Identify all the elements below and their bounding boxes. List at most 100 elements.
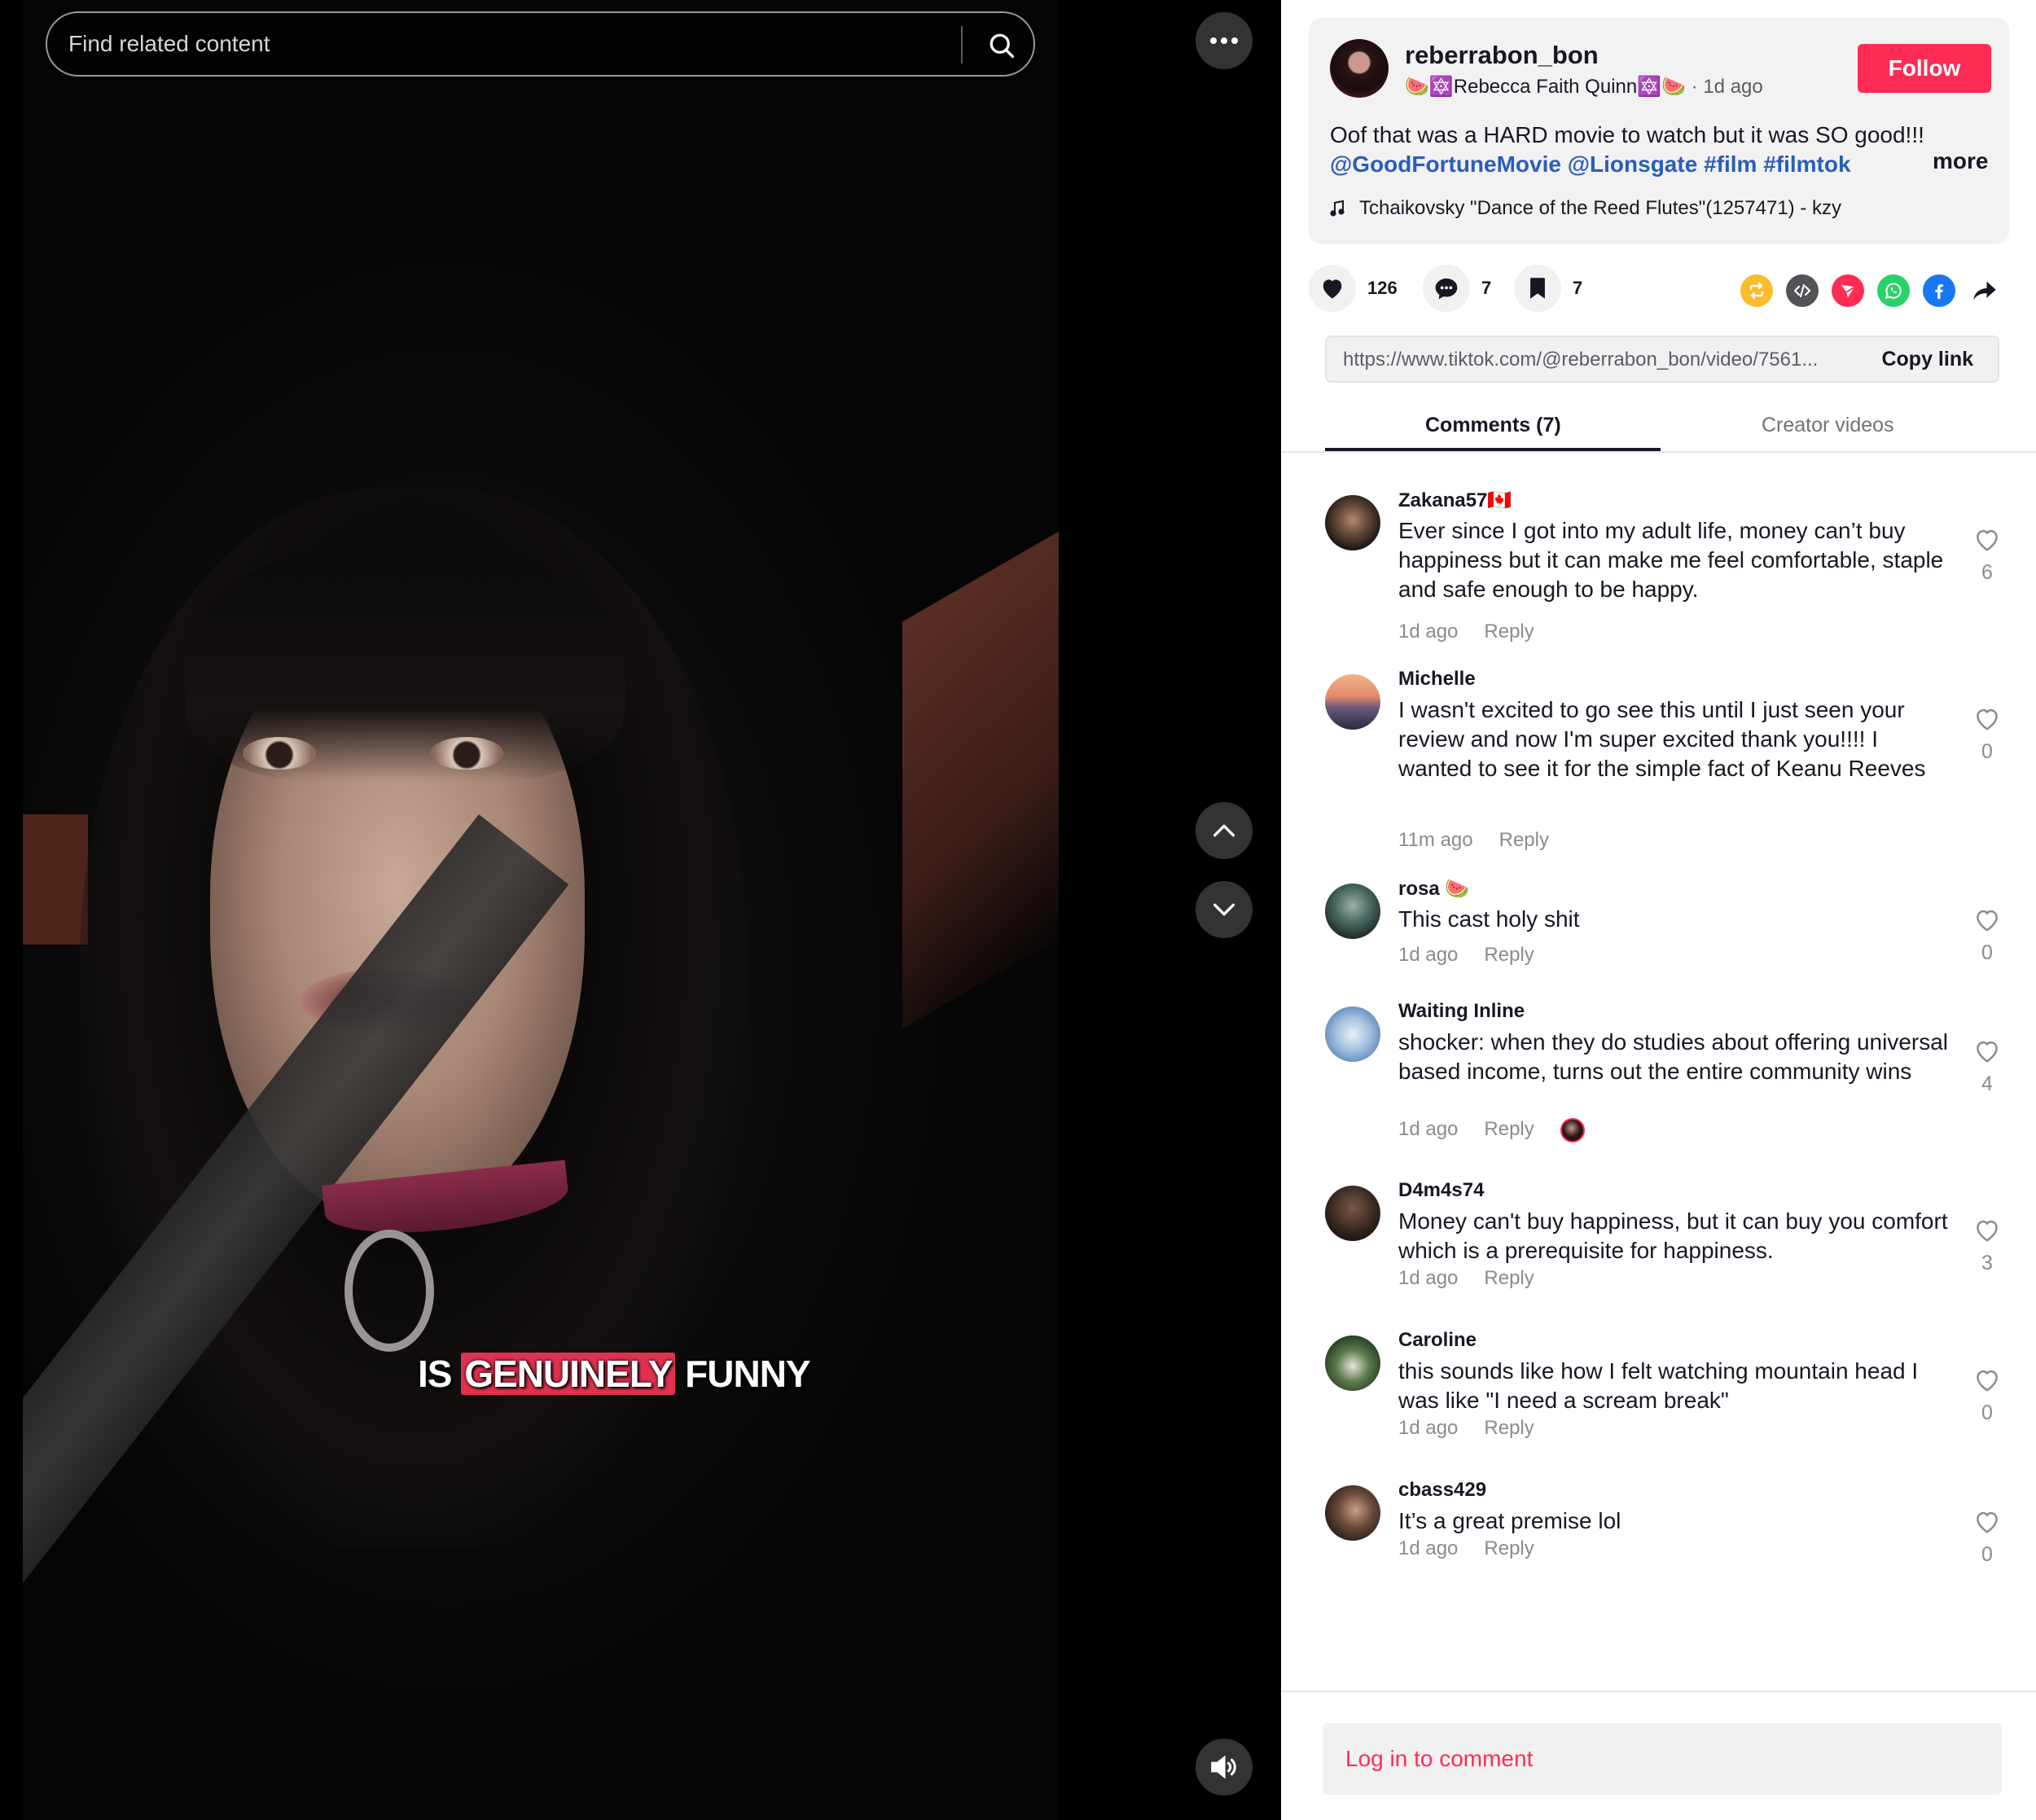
author-display-line: 🍉🔯Rebecca Faith Quinn🔯🍉 · 1d ago [1405, 75, 1763, 99]
commenter-username[interactable]: Michelle [1398, 668, 1476, 691]
commenter-username[interactable]: Caroline [1398, 1329, 1477, 1352]
comment-text: I wasn't excited to go see this until I … [1398, 697, 1926, 781]
post-info-card: reberrabon_bon 🍉🔯Rebecca Faith Quinn🔯🍉 ·… [1309, 18, 2009, 244]
video-player[interactable]: IS GENUINELY FUNNY Find related content [0, 0, 1281, 1820]
volume-button[interactable] [1196, 1739, 1253, 1796]
more-share-button[interactable] [1968, 274, 2001, 307]
reply-button[interactable]: Reply [1484, 944, 1534, 966]
more-options-button[interactable] [1196, 12, 1253, 69]
commenter-avatar[interactable] [1325, 674, 1380, 730]
commenter-username[interactable]: Zakana57🇨🇦 [1398, 489, 1512, 512]
search-button[interactable] [976, 20, 1028, 72]
comment-like[interactable]: 0 [1967, 908, 2007, 965]
reply-button[interactable]: Reply [1484, 1267, 1534, 1289]
comment-button[interactable] [1423, 265, 1470, 312]
chevron-down-icon [1213, 903, 1235, 916]
comment-like[interactable]: 6 [1967, 528, 2007, 585]
author-avatar[interactable] [1330, 39, 1389, 98]
action-bar: 126 7 7 [1309, 265, 2009, 314]
comment-time: 1d ago [1398, 944, 1459, 966]
music-info[interactable]: Tchaikovsky "Dance of the Reed Flutes"(1… [1330, 197, 1841, 220]
commenter-username[interactable]: cbass429 [1398, 1479, 1486, 1502]
comment-meta: 11m ago Reply [1398, 829, 1575, 852]
whatsapp-share-button[interactable] [1877, 274, 1910, 307]
video-url[interactable]: https://www.tiktok.com/@reberrabon_bon/v… [1343, 349, 1856, 371]
save-action[interactable]: 7 [1514, 265, 1582, 312]
comment-like[interactable]: 0 [1967, 1510, 2007, 1567]
hashtag-link[interactable]: #film [1704, 151, 1757, 177]
comment-action[interactable]: 7 [1423, 265, 1491, 312]
copy-link-button[interactable]: Copy link [1881, 348, 1973, 371]
like-action[interactable]: 126 [1309, 265, 1398, 312]
comment-text: Money can't buy happiness, but it can bu… [1398, 1208, 1948, 1263]
video-frame[interactable]: IS GENUINELY FUNNY [23, 0, 1059, 1820]
reply-button[interactable]: Reply [1484, 1417, 1534, 1439]
author-username[interactable]: reberrabon_bon [1405, 41, 1599, 70]
search-icon [989, 33, 1015, 59]
comment-like-count: 0 [1981, 740, 1993, 763]
repost-button[interactable] [1740, 274, 1773, 307]
heart-outline-icon [1977, 1511, 1998, 1533]
like-button[interactable] [1309, 265, 1356, 312]
comment-like[interactable]: 4 [1967, 1039, 2007, 1096]
comment-like-count: 6 [1981, 561, 1993, 584]
embed-button[interactable] [1786, 274, 1819, 307]
comment-like-count: 0 [1981, 941, 1993, 964]
commenter-avatar[interactable] [1325, 1335, 1380, 1391]
display-name-emoji: 🍉🔯 [1405, 76, 1454, 98]
save-button[interactable] [1514, 265, 1561, 312]
search-divider [961, 26, 963, 64]
mention-link[interactable]: @GoodFortuneMovie [1330, 151, 1561, 177]
reply-button[interactable]: Reply [1484, 1118, 1534, 1140]
music-title[interactable]: Tchaikovsky "Dance of the Reed Flutes"(1… [1359, 197, 1841, 220]
reply-button[interactable]: Reply [1484, 621, 1534, 642]
mention-link[interactable]: @Lionsgate [1568, 151, 1698, 177]
comment-like-count: 0 [1981, 1543, 1993, 1566]
login-to-comment-label[interactable]: Log in to comment [1345, 1746, 1533, 1772]
comment-like[interactable]: 3 [1967, 1218, 2007, 1275]
comment-like-count: 3 [1981, 1252, 1993, 1274]
comment-time: 1d ago [1398, 1118, 1459, 1141]
follow-button[interactable]: Follow [1858, 44, 1991, 93]
login-to-comment-button[interactable]: Log in to comment [1323, 1723, 2002, 1795]
post-description: Oof that was a HARD movie to watch but i… [1330, 121, 1933, 179]
hashtag-link[interactable]: #filmtok [1763, 151, 1850, 177]
commenter-username[interactable]: rosa 🍉 [1398, 877, 1469, 901]
left-eye [243, 737, 316, 770]
chevron-up-icon [1213, 824, 1235, 837]
comment-text: shocker: when they do studies about offe… [1398, 1029, 1949, 1084]
send-to-friends-button[interactable] [1832, 274, 1864, 307]
comment-text: Ever since I got into my adult life, mon… [1398, 518, 1944, 602]
commenter-avatar[interactable] [1325, 1006, 1380, 1062]
commenter-username[interactable]: D4m4s74 [1398, 1179, 1484, 1202]
commenter-avatar[interactable] [1325, 495, 1380, 550]
search-bar[interactable]: Find related content [46, 11, 1035, 77]
search-input[interactable]: Find related content [68, 31, 270, 57]
commenter-username[interactable]: Waiting Inline [1398, 1000, 1525, 1023]
tab-creator-videos[interactable]: Creator videos [1762, 414, 1894, 437]
description-text: Oof that was a HARD movie to watch but i… [1330, 122, 1924, 147]
hashtag-line: @GoodFortuneMovie @Lionsgate #film #film… [1330, 150, 1933, 179]
reply-button[interactable]: Reply [1484, 1537, 1534, 1559]
display-name-emoji: 🔯🍉 [1637, 76, 1686, 98]
commenter-avatar[interactable] [1325, 1186, 1380, 1241]
heart-outline-icon [1977, 1370, 1998, 1392]
comment-meta: 1d ago Reply [1398, 1267, 1560, 1290]
music-note-icon [1330, 200, 1345, 217]
comment-like[interactable]: 0 [1967, 1368, 2007, 1425]
choker-ring [344, 1230, 434, 1352]
bookmark-icon [1530, 278, 1545, 299]
send-icon [1841, 284, 1855, 298]
facebook-share-button[interactable] [1923, 274, 1955, 307]
commenter-avatar[interactable] [1325, 1485, 1380, 1541]
right-eye [430, 737, 503, 770]
commenter-avatar[interactable] [1325, 884, 1380, 939]
next-video-button[interactable] [1196, 881, 1253, 938]
reply-button[interactable]: Reply [1499, 829, 1549, 851]
details-panel: reberrabon_bon 🍉🔯Rebecca Faith Quinn🔯🍉 ·… [1281, 0, 2036, 1820]
comment-meta: 1d ago Reply [1398, 1417, 1560, 1440]
previous-video-button[interactable] [1196, 802, 1253, 859]
more-button[interactable]: more [1933, 148, 1988, 174]
comment-like[interactable]: 0 [1967, 707, 2007, 764]
tab-comments[interactable]: Comments (7) [1425, 414, 1561, 437]
